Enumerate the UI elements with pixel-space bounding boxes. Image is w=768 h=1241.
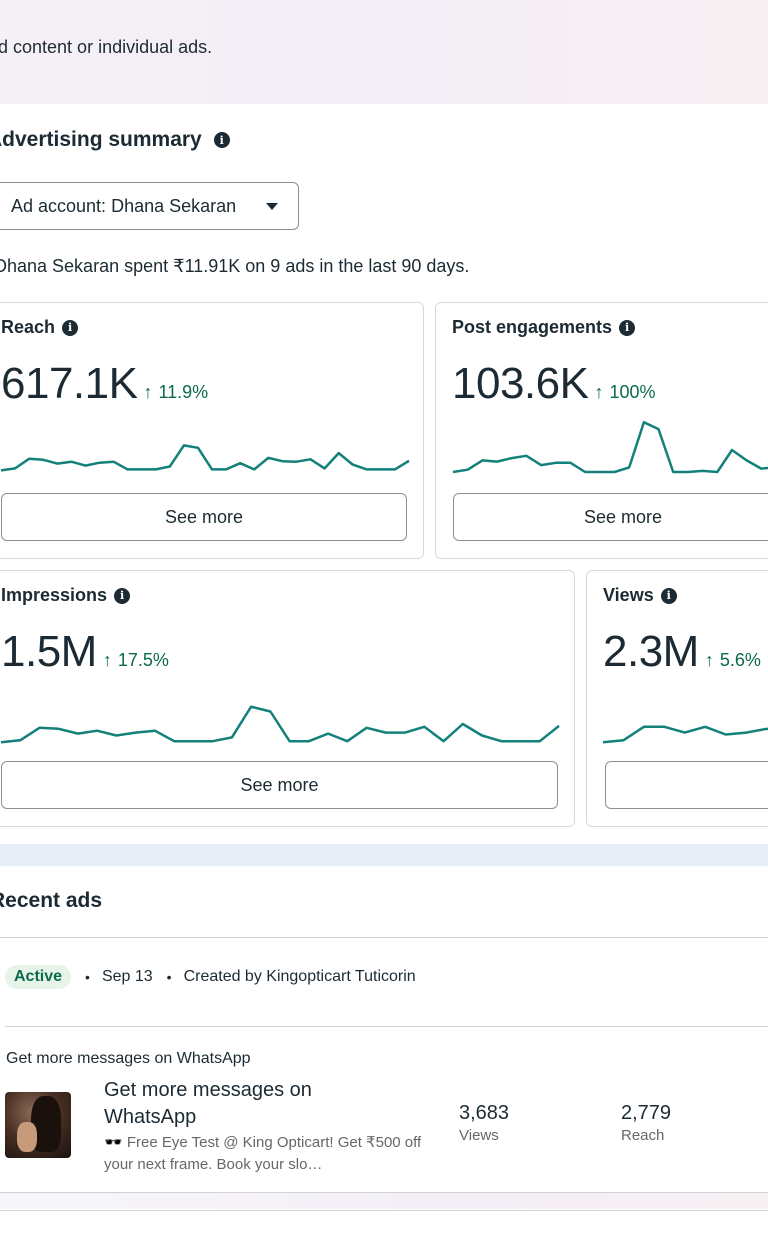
metric-card-post-engagements: Post engagements i 103.6K ↑ 100% See mor… (435, 302, 768, 559)
ad-status-row: Active • Sep 13 • Created by Kingopticar… (5, 965, 416, 989)
divider (0, 937, 768, 938)
ad-date: Sep 13 (101, 968, 153, 985)
sparkline-path (0, 705, 560, 744)
ad-account-label: Ad account: Dhana Sekaran (11, 195, 237, 216)
see-more-button[interactable]: See more (1, 493, 407, 541)
stat-reach: 2,779 Reach (621, 1102, 671, 1144)
ad-description: 🕶️ Free Eye Test @ King Opticart! Get ₹5… (104, 1134, 422, 1173)
see-more-button[interactable]: See more (1, 761, 558, 809)
ad-account-dropdown[interactable]: Ad account: Dhana Sekaran (0, 182, 299, 230)
recent-ads-title: Recent ads (0, 889, 103, 912)
stat-value: 3,683 (459, 1102, 510, 1124)
ad-title[interactable]: Get more messages on WhatsApp (104, 1077, 334, 1131)
section-divider (0, 844, 768, 866)
sparkline-path (0, 444, 410, 472)
sparkline-path (602, 725, 768, 744)
divider (0, 1210, 768, 1211)
see-more-button[interactable]: See more (453, 493, 768, 541)
bullet-separator: • (166, 969, 172, 985)
metric-card-impressions: Impressions i 1.5M ↑ 17.5% See more (0, 570, 575, 827)
see-more-button[interactable] (605, 761, 768, 809)
metric-card-reach: Reach i 617.1K ↑ 11.9% See more (0, 302, 424, 559)
divider (5, 1026, 768, 1027)
thumbnail-skin-shape (17, 1122, 37, 1152)
section-title: Advertising summary (0, 128, 202, 151)
metric-card-views: Views i 2.3M ↑ 5.6% (586, 570, 768, 827)
caret-down-icon (266, 203, 278, 210)
spend-summary: Dhana Sekaran spent ₹11.91K on 9 ads in … (0, 256, 470, 276)
advertising-summary-header: Advertising summary i (0, 128, 230, 152)
info-icon[interactable]: i (213, 132, 230, 148)
header-band: d content or individual ads. (0, 0, 768, 104)
bullet-separator: • (85, 969, 90, 985)
stat-value: 2,779 (621, 1102, 672, 1124)
sparkline-path (452, 420, 768, 474)
ad-thumbnail[interactable] (5, 1092, 71, 1158)
status-badge: Active (5, 965, 72, 989)
stat-views: 3,683 Views (459, 1102, 509, 1144)
bottom-band (0, 1193, 768, 1209)
stat-label: Views (459, 1127, 499, 1144)
header-description: d content or individual ads. (0, 37, 213, 57)
ad-creator: Created by Kingopticart Tuticorin (183, 968, 416, 985)
stat-label: Reach (621, 1127, 665, 1144)
ad-objective: Get more messages on WhatsApp (6, 1050, 251, 1067)
